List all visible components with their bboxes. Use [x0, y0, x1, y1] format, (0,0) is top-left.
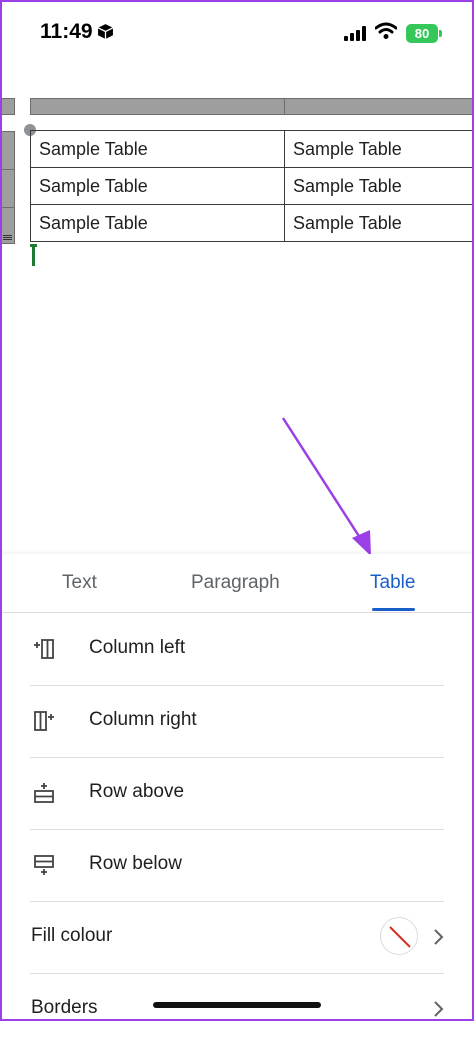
- battery-level: 80: [415, 26, 429, 41]
- insert-column-right-button[interactable]: Column right: [30, 685, 444, 758]
- annotation-arrow: [0, 64, 474, 554]
- column-right-icon: [32, 709, 56, 733]
- battery-tip: [439, 30, 442, 37]
- column-right-label: Column right: [89, 709, 197, 731]
- row-above-icon: [32, 781, 56, 805]
- wifi-icon: [375, 22, 397, 40]
- borders-row[interactable]: Borders: [30, 973, 444, 1045]
- chevron-right-icon[interactable]: [426, 925, 450, 949]
- cube-icon: [97, 23, 114, 40]
- row-below-label: Row below: [89, 853, 182, 875]
- chevron-right-icon[interactable]: [426, 997, 450, 1021]
- active-tab-indicator: [372, 608, 415, 611]
- fill-colour-row[interactable]: Fill colour: [30, 901, 444, 974]
- insert-column-left-button[interactable]: Column left: [30, 613, 444, 686]
- tab-text[interactable]: Text: [62, 572, 97, 594]
- row-above-label: Row above: [89, 781, 184, 803]
- home-indicator[interactable]: [153, 1002, 321, 1008]
- column-left-label: Column left: [89, 637, 185, 659]
- row-below-icon: [32, 853, 56, 877]
- formatting-sheet: Text Paragraph Table Column left Column …: [0, 554, 474, 1021]
- borders-label: Borders: [31, 997, 98, 1019]
- no-fill-swatch[interactable]: [380, 917, 418, 955]
- battery-icon: 80: [406, 24, 438, 43]
- signal-icon: [344, 26, 368, 41]
- column-left-icon: [32, 637, 56, 661]
- document-canvas[interactable]: Sample Table Sample Table Sample Table S…: [0, 64, 474, 554]
- insert-row-below-button[interactable]: Row below: [30, 829, 444, 902]
- format-tabs: Text Paragraph Table: [0, 554, 474, 613]
- fill-colour-label: Fill colour: [31, 925, 112, 947]
- status-bar: 11:49 80: [0, 0, 474, 64]
- insert-row-above-button[interactable]: Row above: [30, 757, 444, 830]
- tab-paragraph[interactable]: Paragraph: [191, 572, 280, 594]
- tab-table[interactable]: Table: [370, 572, 415, 594]
- status-time: 11:49: [40, 20, 93, 44]
